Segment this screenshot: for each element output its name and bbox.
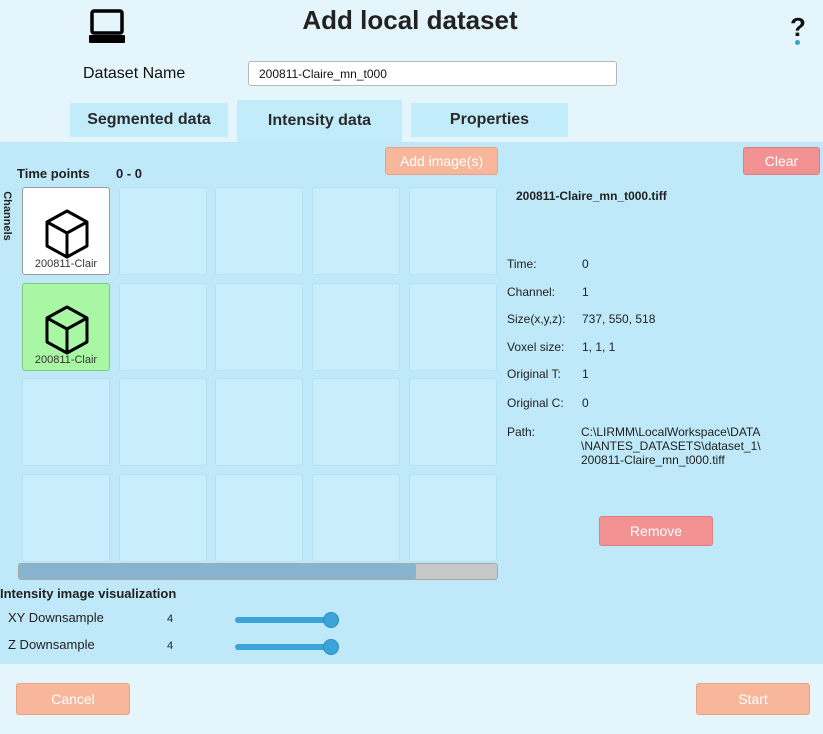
- grid-cell[interactable]: [312, 187, 400, 275]
- grid-cell[interactable]: [409, 474, 497, 562]
- path-line: \NANTES_DATASETS\dataset_1\: [581, 439, 761, 453]
- grid-cell[interactable]: [215, 474, 303, 562]
- grid-cell[interactable]: [409, 187, 497, 275]
- info-path-value: C:\LIRMM\LocalWorkspace\DATA \NANTES_DAT…: [581, 425, 821, 467]
- slider-knob[interactable]: [322, 612, 339, 628]
- image-cell-label: 200811-Clair: [34, 258, 98, 270]
- grid-cell[interactable]: [312, 378, 400, 466]
- grid-cell[interactable]: [215, 378, 303, 466]
- image-cell[interactable]: 200811-Clair: [22, 283, 110, 371]
- time-points-value: 0 - 0: [116, 166, 143, 181]
- info-value: 0: [582, 396, 589, 410]
- remove-button[interactable]: Remove: [599, 516, 713, 546]
- tab-properties[interactable]: Properties: [411, 103, 568, 137]
- z-downsample-slider[interactable]: [235, 638, 339, 656]
- scrollbar-thumb[interactable]: [19, 564, 416, 579]
- grid-cell[interactable]: [409, 283, 497, 371]
- slider-fill: [235, 644, 331, 650]
- info-value: 0: [582, 257, 589, 271]
- grid-cell[interactable]: [312, 283, 400, 371]
- grid-cell[interactable]: [312, 474, 400, 562]
- slider-knob[interactable]: [322, 639, 339, 655]
- help-icon: ?: [790, 12, 806, 42]
- tab-segmented-data[interactable]: Segmented data: [70, 103, 228, 137]
- dataset-name-label: Dataset Name: [83, 65, 186, 82]
- info-row: Time: 0: [507, 257, 589, 271]
- info-key: Voxel size:: [507, 340, 565, 354]
- info-row: Voxel size: 1, 1, 1: [507, 340, 615, 354]
- image-cell[interactable]: 200811-Clair: [22, 187, 110, 275]
- info-key: Size(x,y,z):: [507, 312, 566, 326]
- cube-icon: [44, 304, 90, 356]
- z-downsample-label: Z Downsample: [8, 637, 95, 652]
- cancel-button[interactable]: Cancel: [16, 683, 130, 715]
- add-images-button[interactable]: Add image(s): [385, 147, 498, 175]
- start-button[interactable]: Start: [696, 683, 810, 715]
- path-line: 200811-Claire_mn_t000.tiff: [581, 453, 725, 467]
- grid-cell[interactable]: [22, 378, 110, 466]
- info-value: 737, 550, 518: [582, 312, 656, 326]
- grid-cell[interactable]: [409, 378, 497, 466]
- selected-file-name: 200811-Claire_mn_t000.tiff: [516, 189, 667, 203]
- info-row: Size(x,y,z): 737, 550, 518: [507, 312, 655, 326]
- xy-downsample-value: 4: [167, 613, 174, 625]
- info-row: Channel: 1: [507, 285, 589, 299]
- clear-button[interactable]: Clear: [743, 147, 820, 175]
- info-row-path-key: Path:: [507, 425, 535, 439]
- channels-label: Channels: [1, 191, 13, 241]
- grid-cell[interactable]: [119, 283, 207, 371]
- help-button[interactable]: ?: [786, 12, 810, 45]
- grid-cell[interactable]: [119, 378, 207, 466]
- z-downsample-value: 4: [167, 640, 174, 652]
- grid-cell[interactable]: [22, 474, 110, 562]
- page-title: Add local dataset: [302, 5, 518, 35]
- grid-cell[interactable]: [215, 187, 303, 275]
- info-value: 1: [582, 285, 589, 299]
- info-key: Original T:: [507, 367, 561, 381]
- info-key: Path:: [507, 425, 536, 439]
- xy-downsample-label: XY Downsample: [8, 610, 104, 625]
- info-key: Original C:: [507, 396, 564, 410]
- time-points-label: Time points: [17, 166, 90, 181]
- info-row: Original T: 1: [507, 367, 589, 381]
- info-value: 1: [582, 367, 589, 381]
- computer-icon: [86, 8, 128, 46]
- grid-cell[interactable]: [119, 474, 207, 562]
- info-key: Time:: [507, 257, 537, 271]
- visualization-title: Intensity image visualization: [0, 586, 177, 601]
- help-dot: [795, 40, 800, 45]
- grid-horizontal-scrollbar[interactable]: [18, 563, 498, 580]
- xy-downsample-slider[interactable]: [235, 611, 339, 629]
- cube-icon: [44, 208, 90, 260]
- image-cell-label: 200811-Clair: [34, 354, 98, 366]
- dataset-name-input[interactable]: [248, 61, 617, 86]
- info-value: 1, 1, 1: [582, 340, 616, 354]
- info-key: Channel:: [507, 285, 556, 299]
- grid-cell[interactable]: [215, 283, 303, 371]
- grid-cell[interactable]: [119, 187, 207, 275]
- slider-fill: [235, 617, 331, 623]
- tab-intensity-data[interactable]: Intensity data: [237, 100, 402, 142]
- info-row: Original C: 0: [507, 396, 589, 410]
- path-line: C:\LIRMM\LocalWorkspace\DATA: [581, 425, 761, 439]
